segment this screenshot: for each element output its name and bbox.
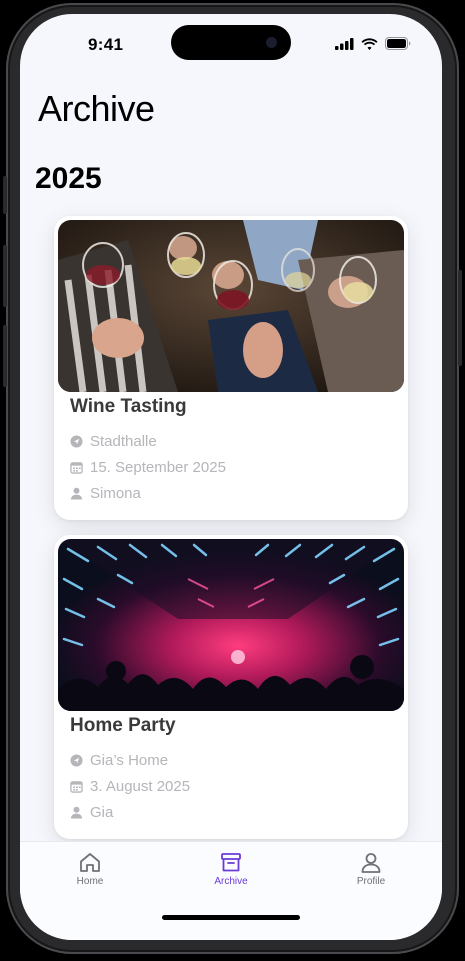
event-location-text: Gia’s Home xyxy=(90,752,169,769)
neon-party-hall-photo xyxy=(58,539,404,711)
house-icon xyxy=(80,853,100,872)
battery-icon xyxy=(385,37,411,50)
location-arrow-icon xyxy=(70,435,83,448)
location-arrow-icon xyxy=(70,754,83,767)
year-heading: 2025 xyxy=(35,162,102,195)
event-location: Stadthalle xyxy=(70,433,157,450)
event-photo xyxy=(58,220,404,392)
event-host-text: Simona xyxy=(90,485,141,502)
event-host: Gia xyxy=(70,804,113,821)
action-button xyxy=(3,176,7,214)
event-title: Home Party xyxy=(70,715,176,736)
status-time: 9:41 xyxy=(88,35,124,54)
event-host: Simona xyxy=(70,485,141,502)
event-photo xyxy=(58,539,404,711)
calendar-icon xyxy=(70,462,83,474)
person-icon xyxy=(361,853,381,873)
front-camera-icon xyxy=(266,37,277,48)
event-card-home-party[interactable]: Home Party Gia’s Home 3. August 2025 Gia xyxy=(54,535,408,839)
calendar-icon xyxy=(70,781,83,793)
tab-profile[interactable]: Profile xyxy=(336,852,406,887)
event-location: Gia’s Home xyxy=(70,752,168,769)
tab-home[interactable]: Home xyxy=(55,852,125,887)
cellular-signal-icon xyxy=(335,37,354,50)
event-card-wine-tasting[interactable]: Wine Tasting Stadthalle 15. September 20… xyxy=(54,216,408,520)
home-indicator[interactable] xyxy=(162,915,300,920)
power-button xyxy=(458,270,462,366)
app-screen: 9:41 Archive 2025 Wine Tasting Stadthall… xyxy=(20,14,442,940)
event-date: 3. August 2025 xyxy=(70,778,190,795)
tab-archive[interactable]: Archive xyxy=(196,852,266,887)
event-date: 15. September 2025 xyxy=(70,459,226,476)
volume-down-button xyxy=(3,325,7,387)
tab-bar: Home Archive Profile xyxy=(20,841,442,940)
status-icons xyxy=(335,37,412,50)
volume-up-button xyxy=(3,245,7,307)
person-icon xyxy=(70,487,83,500)
archive-box-icon xyxy=(221,853,241,872)
tab-archive-label: Archive xyxy=(214,876,248,887)
event-title: Wine Tasting xyxy=(70,396,187,417)
dynamic-island xyxy=(171,25,291,60)
wifi-icon xyxy=(361,37,378,50)
tab-home-label: Home xyxy=(76,876,104,887)
event-date-text: 15. September 2025 xyxy=(90,459,226,476)
page-title: Archive xyxy=(38,88,155,129)
event-host-text: Gia xyxy=(90,804,114,821)
event-location-text: Stadthalle xyxy=(90,433,157,450)
status-bar: 9:41 xyxy=(20,14,442,74)
event-date-text: 3. August 2025 xyxy=(90,778,191,795)
wine-glasses-toast-photo xyxy=(58,220,404,392)
person-icon xyxy=(70,806,83,819)
tab-profile-label: Profile xyxy=(356,876,386,887)
